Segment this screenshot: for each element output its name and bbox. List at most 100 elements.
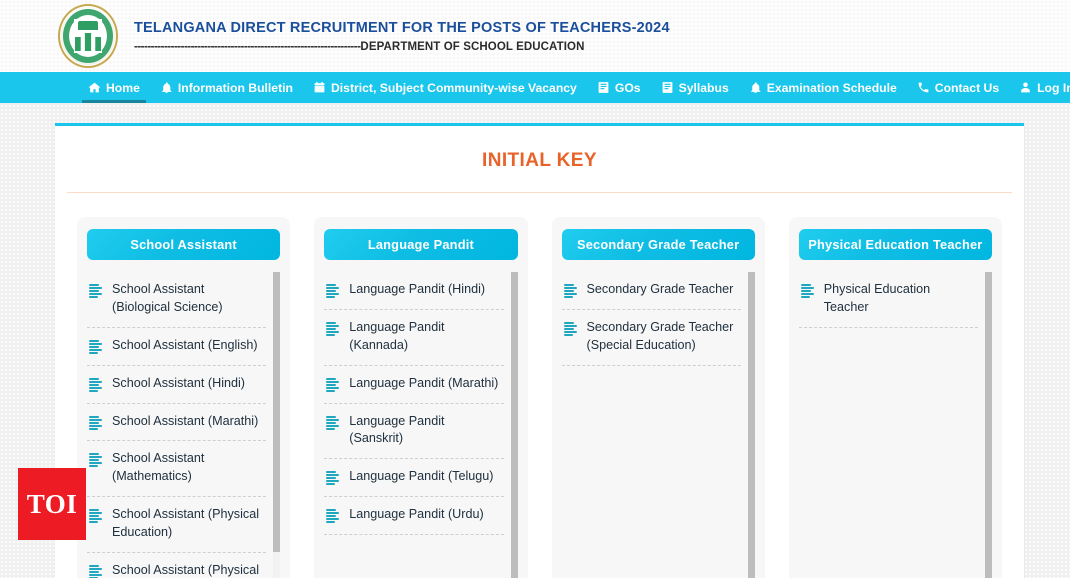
file-lines-icon	[326, 509, 340, 524]
calendar-icon	[313, 81, 326, 94]
nav-item-label: Syllabus	[678, 80, 729, 95]
header-text-block: TELANGANA DIRECT RECRUITMENT FOR THE POS…	[134, 19, 670, 52]
list-item[interactable]: Language Pandit (Kannada)	[324, 310, 504, 366]
file-lines-icon	[89, 564, 103, 578]
list-item[interactable]: Secondary Grade Teacher (Special Educati…	[561, 310, 741, 366]
header-dash-rule: ----------------------------------------…	[134, 40, 361, 53]
list-item[interactable]: Secondary Grade Teacher	[561, 272, 741, 310]
file-lines-icon	[326, 284, 340, 298]
content-wrapper: INITIAL KEY School Assistant School Assis…	[0, 103, 1070, 578]
list-item[interactable]: School Assistant (Mathematics)	[87, 441, 267, 498]
nav-item-label: Log In	[1037, 80, 1070, 95]
post-category-columns: School Assistant School Assistant (Biolog…	[67, 217, 1012, 578]
file-lines-icon	[800, 284, 815, 298]
list-item-label: Language Pandit (Marathi)	[349, 375, 499, 390]
header-subtitle: ----------------------------------------…	[134, 41, 670, 53]
list-item[interactable]: Language Pandit (Hindi)	[324, 272, 504, 310]
nav-item-label: GOs	[614, 80, 641, 95]
list-item-label: School Assistant (Mathematics)	[112, 451, 205, 484]
list-item-label: Language Pandit (Telugu)	[349, 469, 494, 484]
book-icon	[597, 81, 610, 94]
list-item-label: Language Pandit (Hindi)	[349, 282, 486, 296]
nav-item-district-subject-community-wise-vacancy[interactable]: District, Subject Community-wise Vacancy	[303, 72, 587, 103]
header-subtitle-text: DEPARTMENT OF SCHOOL EDUCATION	[360, 40, 585, 53]
nav-item-label: Home	[106, 80, 140, 95]
list-item-label: School Assistant (Physical Education)	[112, 507, 259, 539]
column-scrollbar[interactable]	[985, 272, 992, 578]
column-header-school-assistant[interactable]: School Assistant	[87, 229, 281, 260]
column-list-secondary-grade-teacher: Secondary Grade Teacher Secondary Grade T…	[561, 272, 755, 578]
file-lines-icon	[326, 415, 340, 430]
list-item[interactable]: School Assistant (Biological Science)	[87, 272, 267, 328]
column-scrollbar[interactable]	[510, 272, 518, 578]
list-item[interactable]: School Assistant (English)	[87, 328, 267, 366]
file-lines-icon	[326, 377, 340, 392]
column-scrollbar-thumb[interactable]	[273, 272, 281, 552]
post-column-secondary-grade-teacher: Secondary Grade Teacher Secondary Grade T…	[551, 217, 765, 578]
nav-item-label: Information Bulletin	[177, 80, 293, 95]
column-list-physical-education-teacher: Physical Education Teacher	[798, 272, 992, 578]
telangana-state-emblem-icon	[52, 2, 124, 70]
list-item-label: Language Pandit (Sanskrit)	[349, 413, 445, 446]
column-list-school-assistant: School Assistant (Biological Science) Sch…	[87, 272, 281, 578]
list-item[interactable]: Physical Education Teacher	[798, 272, 978, 328]
column-header-language-pandit[interactable]: Language Pandit	[324, 229, 518, 260]
file-lines-icon	[89, 284, 103, 298]
home-icon	[88, 81, 101, 94]
list-item-label: Secondary Grade Teacher (Special Educati…	[586, 319, 734, 352]
column-scrollbar[interactable]	[273, 272, 281, 578]
list-item-label: School Assistant (Physical Science)	[112, 562, 259, 577]
file-lines-icon	[326, 321, 340, 336]
nav-item-gos[interactable]: GOs	[587, 72, 651, 103]
list-item[interactable]: School Assistant (Marathi)	[87, 404, 267, 442]
list-item-label: School Assistant (Biological Science)	[112, 282, 223, 314]
bell-icon	[749, 81, 762, 94]
nav-item-contact-us[interactable]: Contact Us	[907, 72, 1009, 103]
post-column-physical-education-teacher: Physical Education Teacher Physical Educa…	[788, 217, 1002, 578]
post-column-language-pandit: Language Pandit Language Pandit (Hindi) La…	[314, 217, 528, 578]
nav-item-log-in[interactable]: Log In	[1009, 72, 1070, 103]
list-item[interactable]: Language Pandit (Telugu)	[324, 459, 504, 498]
list-item-label: School Assistant (Hindi)	[112, 375, 245, 390]
list-item[interactable]: School Assistant (Hindi)	[87, 366, 267, 404]
main-navigation[interactable]: Home Information Bulletin District, Subjec…	[0, 72, 1070, 103]
file-lines-icon	[89, 453, 103, 468]
list-item-label: Secondary Grade Teacher	[586, 282, 734, 296]
page-title: TELANGANA DIRECT RECRUITMENT FOR THE POS…	[134, 20, 670, 37]
list-item[interactable]: School Assistant (Physical Science)	[87, 553, 266, 578]
list-item-label: Language Pandit (Urdu)	[349, 507, 484, 522]
list-item[interactable]: Language Pandit (Marathi)	[324, 366, 504, 404]
list-item[interactable]: School Assistant (Physical Education)	[87, 497, 267, 553]
list-item-label: Physical Education Teacher	[823, 282, 931, 314]
column-header-physical-education-teacher[interactable]: Physical Education Teacher	[798, 229, 992, 260]
post-column-school-assistant: School Assistant School Assistant (Biolog…	[77, 217, 291, 578]
nav-item-examination-schedule[interactable]: Examination Schedule	[739, 72, 907, 103]
nav-item-information-bulletin[interactable]: Information Bulletin	[150, 72, 303, 103]
initial-key-card: INITIAL KEY School Assistant School Assis…	[55, 123, 1024, 578]
site-header: TELANGANA DIRECT RECRUITMENT FOR THE POS…	[0, 0, 1070, 72]
column-list-language-pandit: Language Pandit (Hindi) Language Pandit (…	[324, 272, 518, 578]
column-scrollbar-thumb[interactable]	[985, 272, 992, 578]
column-header-secondary-grade-teacher[interactable]: Secondary Grade Teacher	[561, 229, 755, 260]
column-scrollbar[interactable]	[747, 272, 755, 578]
phone-icon	[917, 81, 930, 94]
nav-item-label: District, Subject Community-wise Vacancy	[330, 80, 577, 95]
file-lines-icon	[326, 471, 340, 486]
file-lines-icon	[89, 339, 103, 354]
user-icon	[1019, 81, 1032, 94]
file-lines-icon	[89, 509, 103, 524]
nav-item-home[interactable]: Home	[78, 72, 150, 103]
nav-item-label: Contact Us	[934, 80, 1000, 95]
list-item-label: Language Pandit (Kannada)	[349, 319, 445, 352]
bell-icon	[160, 81, 173, 94]
column-scrollbar-thumb[interactable]	[747, 272, 755, 578]
file-lines-icon	[89, 415, 103, 430]
nav-item-syllabus[interactable]: Syllabus	[651, 72, 739, 103]
card-title: INITIAL KEY	[482, 150, 597, 171]
book-icon	[661, 81, 674, 94]
column-scrollbar-thumb[interactable]	[510, 272, 518, 578]
list-item[interactable]: Language Pandit (Urdu)	[324, 497, 504, 535]
file-lines-icon	[563, 321, 578, 336]
file-lines-icon	[89, 377, 103, 392]
list-item[interactable]: Language Pandit (Sanskrit)	[324, 404, 504, 460]
